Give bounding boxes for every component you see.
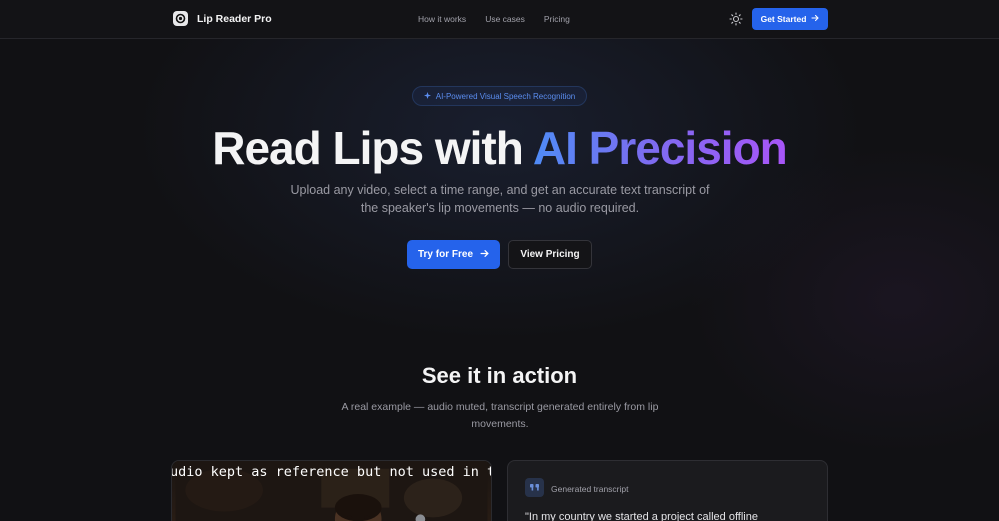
top-navbar: Lip Reader Pro How it works Use cases Pr…: [0, 0, 999, 39]
hero-title-plain: Read Lips with: [212, 122, 533, 174]
sparkle-icon: [423, 91, 431, 101]
hero-subtitle: Upload any video, select a time range, a…: [290, 183, 710, 215]
demo-subtitle: A real example — audio muted, transcript…: [341, 401, 659, 430]
demo-video[interactable]: udio kept as reference but not used in t…: [171, 460, 492, 521]
brand[interactable]: Lip Reader Pro: [173, 11, 272, 26]
nav-link-how-it-works[interactable]: How it works: [418, 14, 466, 24]
ai-badge: AI-Powered Visual Speech Recognition: [412, 86, 587, 106]
view-pricing-label: View Pricing: [520, 249, 580, 260]
nav-link-pricing[interactable]: Pricing: [544, 14, 570, 24]
demo-title: See it in action: [421, 363, 578, 388]
arrow-right-icon: [811, 14, 819, 24]
try-for-free-label: Try for Free: [417, 249, 474, 260]
transcript-card: Generated transcript "In my country we s…: [507, 460, 828, 521]
nav-links: How it works Use cases Pricing: [418, 14, 570, 24]
get-started-button[interactable]: Get Started: [752, 8, 828, 30]
lens-logo-icon: [173, 11, 188, 26]
nav-link-use-cases[interactable]: Use cases: [485, 14, 525, 24]
badge-label: AI-Powered Visual Speech Recognition: [435, 91, 576, 101]
transcript-text: "In my country we started a project call…: [525, 511, 758, 521]
arrow-right-icon: [480, 249, 489, 261]
sun-icon[interactable]: [729, 12, 743, 26]
try-for-free-button[interactable]: Try for Free: [407, 240, 500, 269]
get-started-label: Get Started: [760, 14, 807, 24]
transcript-label: Generated transcript: [551, 484, 629, 494]
view-pricing-button[interactable]: View Pricing: [508, 240, 592, 269]
hero-title-accent: AI Precision: [532, 122, 788, 174]
brand-name: Lip Reader Pro: [197, 12, 272, 25]
quote-icon: [525, 478, 544, 497]
hero-title: Read Lips with AI Precision: [0, 121, 999, 175]
video-caption: udio kept as reference but not used in t…: [171, 464, 491, 480]
